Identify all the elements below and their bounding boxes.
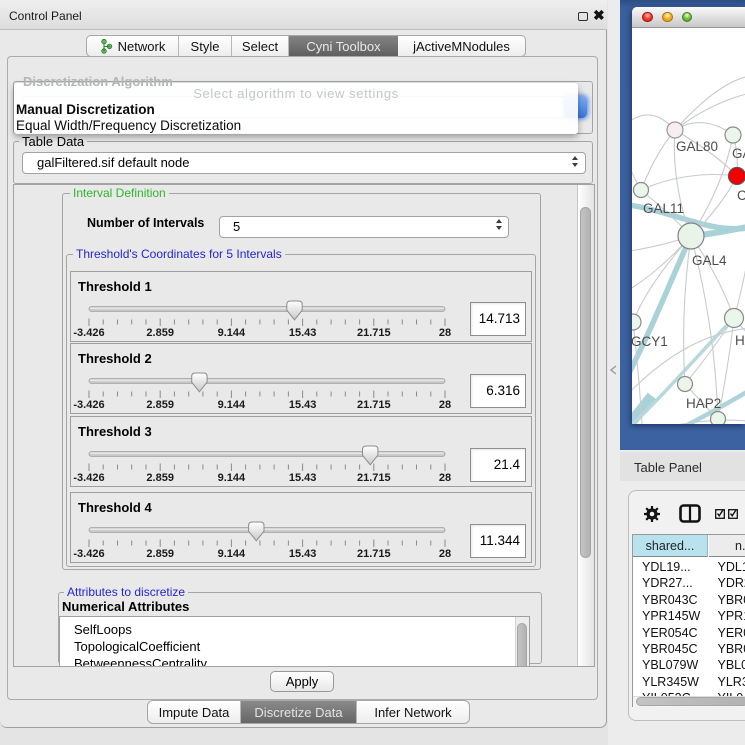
svg-text:GAL80: GAL80 [676,139,718,154]
svg-text:GAL4: GAL4 [692,253,727,268]
svg-text:15.43: 15.43 [289,548,317,560]
svg-text:28: 28 [439,327,451,339]
svg-text:-3.426: -3.426 [73,327,104,339]
svg-text:-3.426: -3.426 [73,548,104,560]
svg-text:GAL11: GAL11 [643,201,684,216]
svg-text:HA: HA [735,333,745,348]
svg-text:15.43: 15.43 [289,472,317,484]
svg-text:21.715: 21.715 [357,548,391,560]
svg-text:CY: CY [737,188,745,203]
svg-text:HAP2: HAP2 [686,396,721,411]
svg-text:28: 28 [439,548,451,560]
svg-text:2.859: 2.859 [146,548,174,560]
svg-text:9.144: 9.144 [218,472,246,484]
svg-text:2.859: 2.859 [146,399,174,411]
svg-text:28: 28 [439,399,451,411]
svg-text:-3.426: -3.426 [73,399,104,411]
svg-text:-3.426: -3.426 [73,472,104,484]
svg-text:21.715: 21.715 [357,399,391,411]
svg-text:GCY1: GCY1 [632,334,668,349]
svg-text:15.43: 15.43 [289,399,317,411]
svg-text:21.715: 21.715 [357,472,391,484]
svg-text:9.144: 9.144 [218,399,246,411]
svg-text:21.715: 21.715 [357,327,391,339]
svg-text:28: 28 [439,472,451,484]
svg-text:2.859: 2.859 [146,327,174,339]
svg-text:9.144: 9.144 [218,327,246,339]
svg-text:GA: GA [732,146,745,161]
svg-text:15.43: 15.43 [289,327,317,339]
svg-text:2.859: 2.859 [146,472,174,484]
svg-text:9.144: 9.144 [218,548,246,560]
